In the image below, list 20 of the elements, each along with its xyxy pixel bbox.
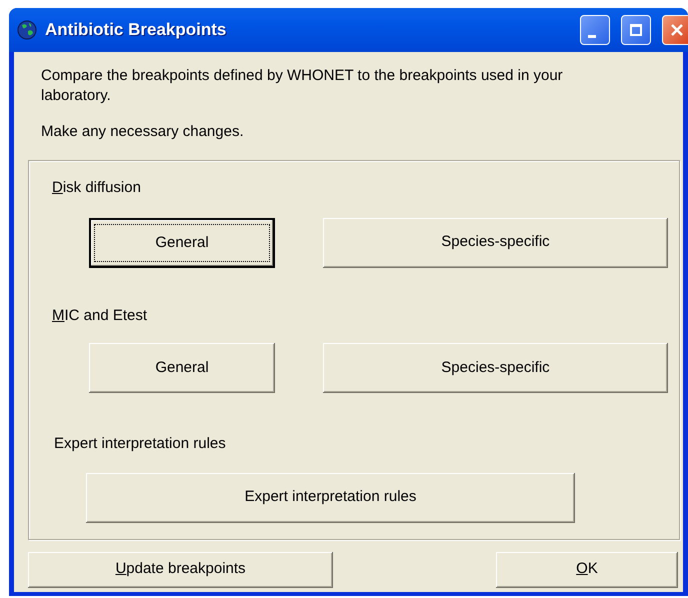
section-button[interactable]: Expert interpretation rules xyxy=(86,472,575,522)
instruction-text: Make any necessary changes. xyxy=(41,122,245,142)
close-icon xyxy=(671,24,683,36)
section-button[interactable]: Species-specific xyxy=(323,343,668,393)
section-label: MIC and Etest xyxy=(52,306,148,326)
minimize-button[interactable] xyxy=(580,15,610,45)
globe-icon xyxy=(17,20,37,40)
window-title: Antibiotic Breakpoints xyxy=(45,19,228,42)
ok-button[interactable]: OK xyxy=(496,552,678,588)
section-button[interactable]: General xyxy=(89,218,275,268)
maximize-button[interactable] xyxy=(621,15,651,45)
close-button[interactable] xyxy=(662,15,688,45)
maximize-icon xyxy=(630,24,642,36)
minimize-icon xyxy=(588,34,596,38)
section-label: Disk diffusion xyxy=(52,178,141,198)
description-text: Compare the breakpoints defined by WHONET to the breakpoints used in your laboratory. xyxy=(41,66,564,106)
section-button[interactable]: General xyxy=(89,343,275,393)
section-label: Expert interpretation rules xyxy=(54,434,226,454)
update-button[interactable]: Update breakpoints xyxy=(28,552,333,588)
section-button[interactable]: Species-specific xyxy=(323,218,668,268)
